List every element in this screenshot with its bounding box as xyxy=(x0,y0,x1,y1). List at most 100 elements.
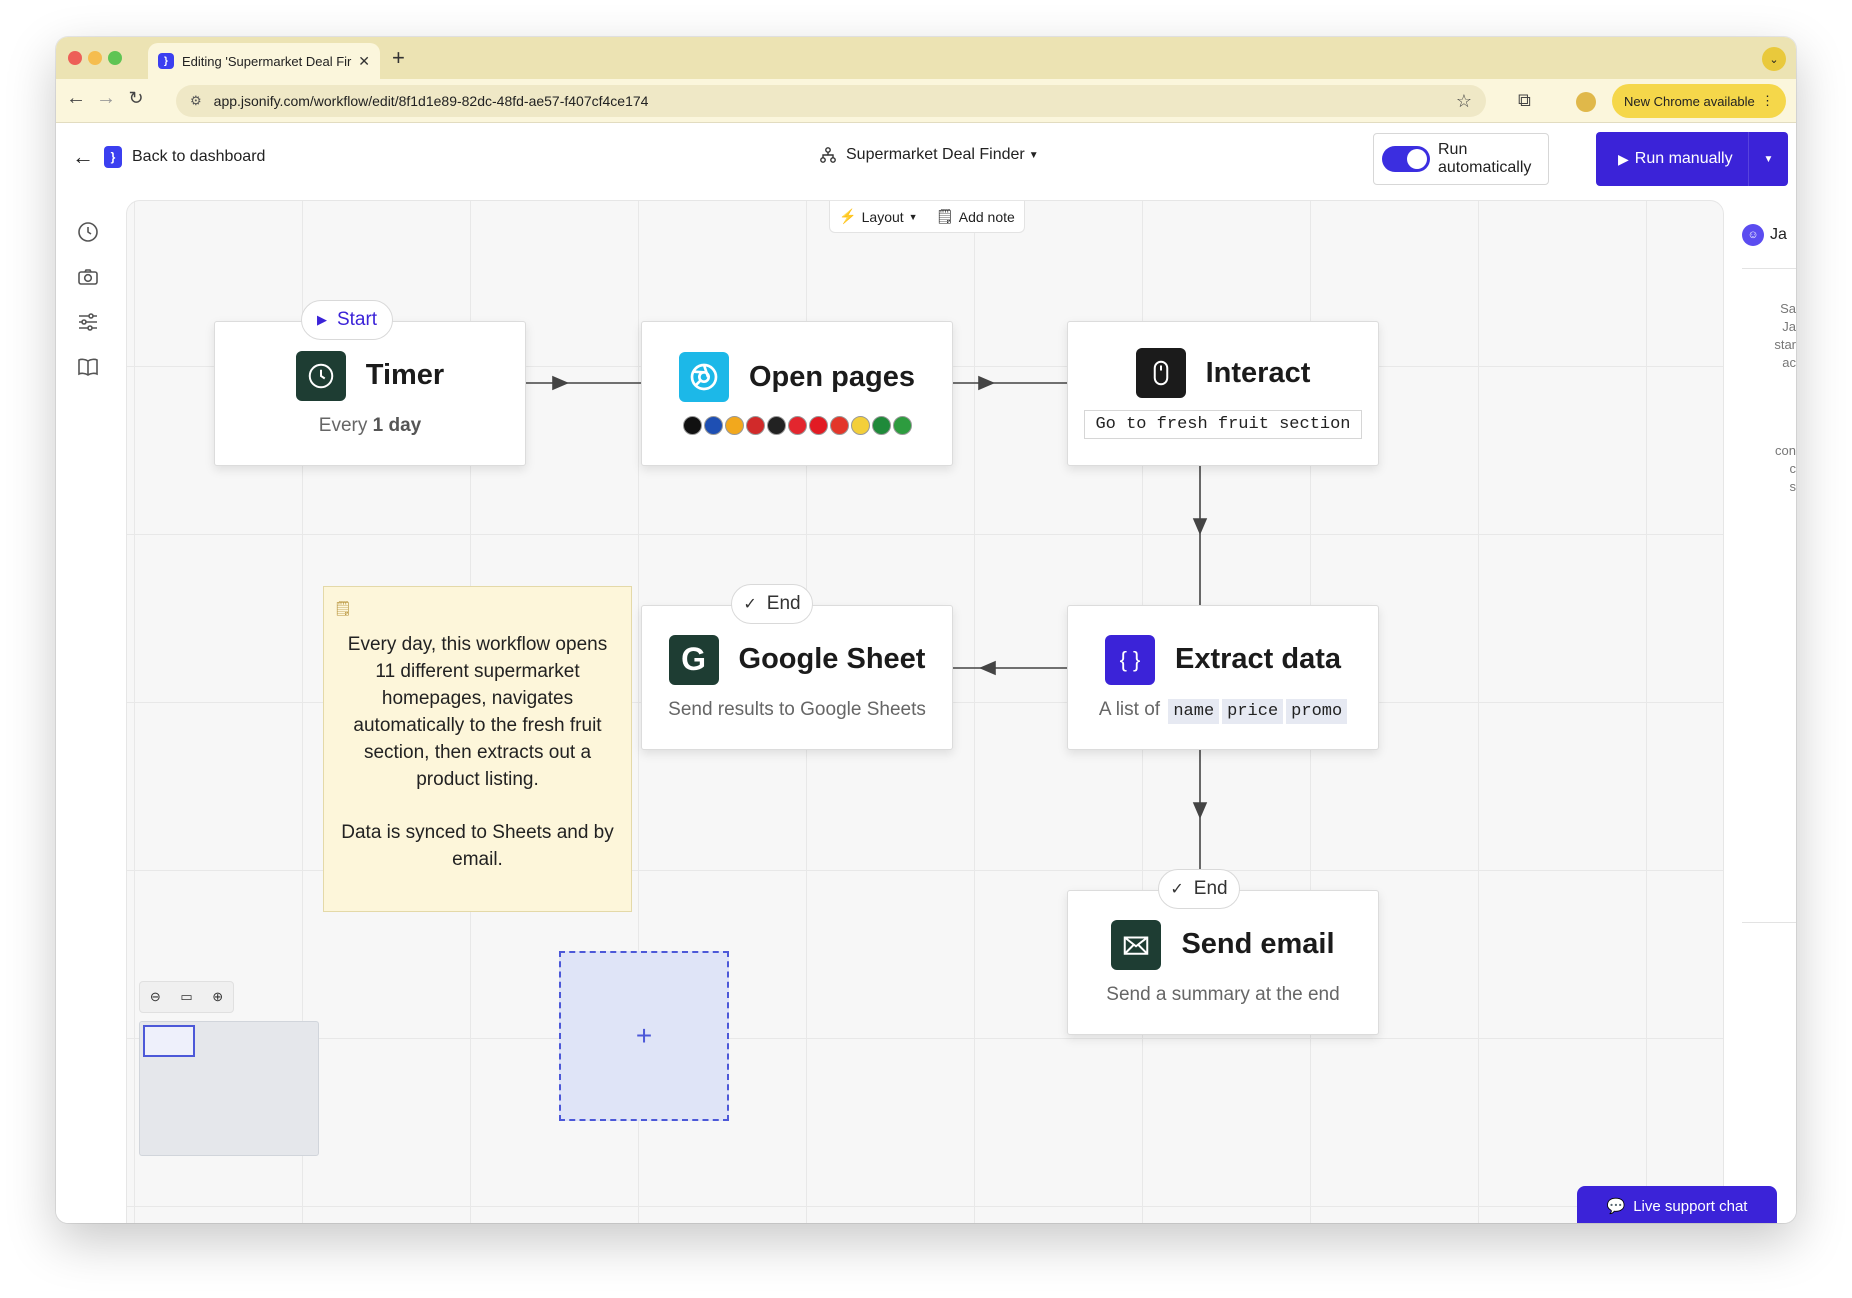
google-g-icon: G xyxy=(668,634,719,685)
panel-name: Ja xyxy=(1770,226,1787,243)
right-panel: ☺ Ja Sa Ja star ac con c s xyxy=(1742,224,1796,1124)
field-chip: name xyxy=(1168,698,1220,724)
tab-close-icon[interactable]: ✕ xyxy=(358,53,370,70)
supermarket-logo-icon xyxy=(787,416,807,435)
supermarket-logo-icon xyxy=(892,416,912,435)
open-pages-node[interactable]: Open pages xyxy=(641,321,953,466)
forward-nav-icon[interactable]: → xyxy=(92,87,120,110)
timer-title: Timer xyxy=(365,359,445,391)
bookmark-star-icon[interactable]: ☆ xyxy=(1456,91,1472,112)
run-manually-button[interactable]: ▶ Run manually ▼ xyxy=(1596,132,1788,186)
send-email-title: Send email xyxy=(1181,928,1335,960)
url-text: app.jsonify.com/workflow/edit/8f1d1e89-8… xyxy=(213,93,649,109)
run-automatically-toggle[interactable] xyxy=(1382,146,1430,172)
note-icon: 🗒 xyxy=(334,600,352,616)
google-sheet-sub: Send results to Google Sheets xyxy=(668,698,926,720)
panel-text: Sa Ja star ac xyxy=(1774,301,1796,370)
supermarket-logo-icon xyxy=(745,416,765,435)
jsonify-favicon-icon: } xyxy=(158,53,174,69)
check-circle-icon: ✓ xyxy=(743,596,757,613)
field-chip: promo xyxy=(1286,698,1348,724)
timer-node[interactable]: Timer Every 1 day xyxy=(214,321,526,466)
panel-text: con c s xyxy=(1775,443,1796,494)
send-email-node[interactable]: Send email Send a summary at the end xyxy=(1067,890,1379,1035)
workflow-icon xyxy=(820,147,836,163)
supermarket-logos xyxy=(682,416,912,435)
tab-search-icon[interactable]: ⌄ xyxy=(1762,47,1786,71)
interact-title: Interact xyxy=(1205,356,1311,389)
close-window-button[interactable] xyxy=(68,51,82,65)
run-automatically-label: Run automatically xyxy=(1438,141,1532,176)
start-pill: ▶ Start xyxy=(301,300,393,340)
supermarket-logo-icon xyxy=(808,416,828,435)
play-icon: ▶ xyxy=(1618,150,1629,167)
end-pill: ✓ End xyxy=(1158,869,1240,909)
google-sheet-node[interactable]: G Google Sheet Send results to Google Sh… xyxy=(641,605,953,750)
zoom-in-icon[interactable]: ⊕ xyxy=(212,989,223,1005)
play-icon: ▶ xyxy=(316,312,327,327)
bot-avatar-icon: ☺ xyxy=(1742,224,1764,246)
history-icon[interactable] xyxy=(74,218,102,246)
supermarket-logo-icon xyxy=(766,416,786,435)
live-support-chat-button[interactable]: 💬 Live support chat xyxy=(1577,1186,1777,1223)
run-automatically-toggle-box[interactable]: Run automatically xyxy=(1373,133,1549,185)
note-paragraph-2: Data is synced to Sheets and by email. xyxy=(341,822,614,870)
zoom-out-icon[interactable]: ⊖ xyxy=(150,989,161,1005)
field-chip: price xyxy=(1222,698,1284,724)
settings-sliders-icon[interactable] xyxy=(74,308,102,336)
back-nav-icon[interactable]: ← xyxy=(62,87,90,110)
fit-view-icon[interactable]: ▭ xyxy=(180,989,192,1005)
send-email-sub: Send a summary at the end xyxy=(1106,983,1340,1005)
supermarket-logo-icon xyxy=(829,416,849,435)
tab-title: Editing 'Supermarket Deal Fir xyxy=(182,53,352,69)
check-circle-icon: ✓ xyxy=(1170,881,1184,898)
note-paragraph-1: Every day, this workflow opens 11 differ… xyxy=(347,634,608,790)
interact-instruction: Go to fresh fruit section xyxy=(1084,410,1362,439)
minimap[interactable] xyxy=(139,1021,319,1156)
plus-icon: + xyxy=(635,1020,653,1051)
minimap-viewport[interactable] xyxy=(143,1025,195,1057)
browser-tab[interactable]: } Editing 'Supermarket Deal Fir ✕ xyxy=(148,43,380,79)
timer-schedule: Every 1 day xyxy=(318,414,422,436)
back-arrow-icon: ← xyxy=(72,144,94,169)
back-to-dashboard-link[interactable]: ← } Back to dashboard xyxy=(72,144,265,170)
open-pages-title: Open pages xyxy=(749,360,915,393)
address-bar[interactable]: ⚙ app.jsonify.com/workflow/edit/8f1d1e89… xyxy=(176,85,1486,117)
add-node-dropzone[interactable]: + xyxy=(559,951,729,1121)
extract-sub: A list of name price promo xyxy=(1099,698,1348,724)
browser-toolbar: ← → ↻ ⚙ app.jsonify.com/workflow/edit/8f… xyxy=(56,79,1796,123)
run-manually-label: Run manually xyxy=(1634,150,1733,167)
run-options-dropdown[interactable]: ▼ xyxy=(1748,132,1788,186)
end-pill: ✓ End xyxy=(731,584,813,624)
minimize-window-button[interactable] xyxy=(88,51,102,65)
new-tab-button[interactable]: + xyxy=(392,45,405,71)
sticky-note[interactable]: 🗒 Every day, this workflow opens 11 diff… xyxy=(323,586,632,912)
workflow-name: Supermarket Deal Finder xyxy=(846,146,1025,163)
extract-title: Extract data xyxy=(1174,643,1341,675)
end-label: End xyxy=(766,593,801,614)
browser-window: } Editing 'Supermarket Deal Fir ✕ + ⌄ ← … xyxy=(56,37,1796,1223)
start-label: Start xyxy=(336,309,378,330)
profile-avatar[interactable] xyxy=(1576,92,1596,112)
extract-data-node[interactable]: { } Extract data A list of name price prom… xyxy=(1067,605,1379,750)
app-page: ← } Back to dashboard Supermarket Deal F… xyxy=(56,124,1796,1223)
zoom-controls: ⊖ ▭ ⊕ xyxy=(139,981,234,1013)
maximize-window-button[interactable] xyxy=(108,51,122,65)
live-chat-label: Live support chat xyxy=(1633,1197,1748,1215)
camera-icon[interactable] xyxy=(74,263,102,291)
new-chrome-button[interactable]: New Chrome available ⋮ xyxy=(1612,84,1786,118)
reload-icon[interactable]: ↻ xyxy=(122,88,150,109)
tab-strip: } Editing 'Supermarket Deal Fir ✕ + ⌄ xyxy=(56,37,1796,79)
supermarket-logo-icon xyxy=(850,416,870,435)
workflow-name-dropdown[interactable]: Supermarket Deal Finder ▼ xyxy=(820,146,1039,164)
interact-node[interactable]: Interact Go to fresh fruit section xyxy=(1067,321,1379,466)
google-sheet-title: Google Sheet xyxy=(738,643,926,675)
chevron-down-icon: ▼ xyxy=(1028,149,1039,161)
envelope-icon xyxy=(1111,919,1162,970)
braces-icon: { } xyxy=(1104,634,1155,685)
site-settings-icon[interactable]: ⚙ xyxy=(190,93,202,109)
workflow-canvas[interactable]: ⚡ Layout ▼ 🗒 Add note Timer Every 1 day … xyxy=(126,200,1724,1223)
docs-book-icon[interactable] xyxy=(74,353,102,381)
more-menu-icon: ⋮ xyxy=(1761,93,1774,108)
extensions-icon[interactable]: ⧉ xyxy=(1518,90,1531,111)
